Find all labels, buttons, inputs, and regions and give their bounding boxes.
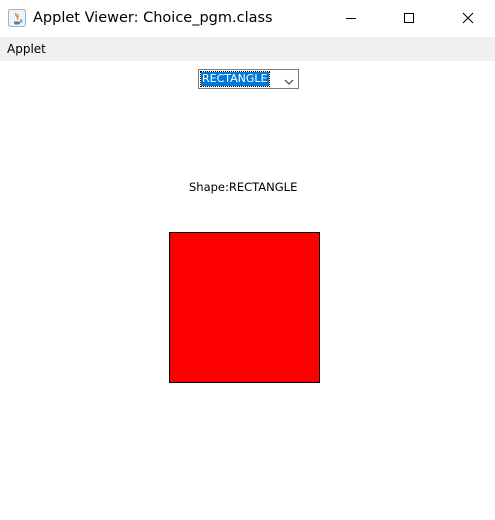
shape-rectangle — [169, 232, 320, 383]
close-button[interactable] — [445, 0, 491, 36]
minimize-icon — [345, 9, 357, 28]
minimize-button[interactable] — [328, 0, 374, 36]
shape-label: Shape:RECTANGLE — [189, 180, 298, 194]
maximize-icon — [403, 9, 415, 28]
window-title: Applet Viewer: Choice_pgm.class — [33, 10, 273, 26]
maximize-button[interactable] — [386, 0, 432, 36]
shape-choice-dropdown[interactable]: RECTANGLE — [198, 69, 299, 89]
menu-item-applet[interactable]: Applet — [7, 41, 46, 57]
close-icon — [462, 9, 474, 28]
choice-selected-value: RECTANGLE — [200, 71, 270, 87]
java-icon — [8, 9, 26, 27]
title-bar: Applet Viewer: Choice_pgm.class — [0, 0, 495, 37]
menu-bar: Applet — [0, 37, 495, 61]
chevron-down-icon[interactable] — [283, 73, 295, 85]
